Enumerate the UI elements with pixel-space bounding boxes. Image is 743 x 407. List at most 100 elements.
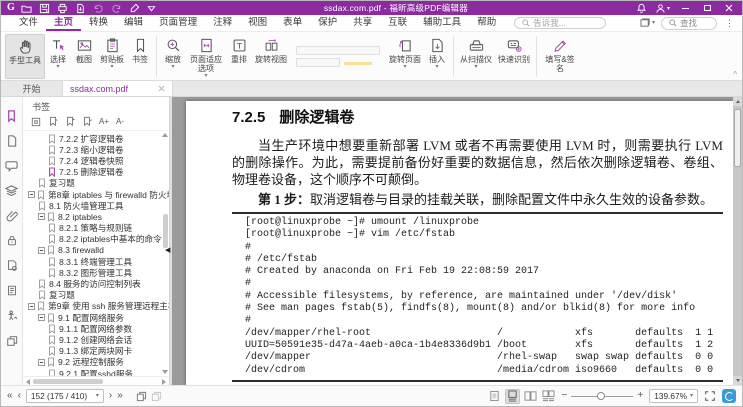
scrollbar-thumb[interactable] [734, 109, 741, 167]
collapse-node-icon[interactable] [28, 303, 35, 310]
menu-item[interactable]: 注释 [205, 15, 240, 31]
bookmark-item[interactable]: 第9章 使用 ssh 服务管理远程主机 [23, 301, 169, 312]
menu-item[interactable]: 视图 [240, 15, 275, 31]
bookmark-item[interactable]: 9.1.2 创建网络会话 [23, 334, 169, 345]
bookmarks-horizontal-scrollbar[interactable] [23, 376, 169, 385]
collapse-node-icon[interactable] [38, 247, 45, 254]
layers-panel-icon[interactable] [3, 178, 21, 203]
accessibility-panel-icon[interactable] [3, 303, 21, 328]
assistant-icon[interactable] [722, 389, 736, 403]
bookmark-item[interactable]: 7.2.2 扩容逻辑卷 [23, 133, 169, 144]
bookmark-item[interactable]: 8.1 防火墙管理工具 [23, 200, 169, 211]
menu-item[interactable]: 编辑 [116, 15, 151, 31]
page-thumbnails-icon[interactable] [3, 128, 21, 153]
print-icon[interactable] [57, 3, 68, 14]
zoom-out-button[interactable]: − [562, 391, 568, 401]
scroll-down-icon[interactable] [162, 370, 168, 374]
hand-tool-button[interactable]: 手型工具 [5, 34, 45, 79]
collapse-panel-icon[interactable]: ◀ [165, 247, 170, 254]
next-view-icon[interactable] [151, 391, 162, 402]
rotate-pages-button[interactable]: 旋转页面 ▾ [386, 34, 424, 79]
previous-page-button[interactable]: ‹ [18, 391, 21, 401]
bookmark-item[interactable]: 8.3.1 终端管理工具 [23, 256, 169, 267]
menu-item[interactable]: 文件 [11, 15, 46, 31]
fill-sign-button[interactable]: 填写&签名 [540, 34, 580, 79]
export-icon[interactable] [75, 3, 86, 14]
collapse-ribbon-icon[interactable]: ^ [733, 71, 737, 79]
bookmark-item[interactable]: 第8章 iptables 与 firewalld 防火墙 [23, 189, 169, 200]
notification-bell-icon[interactable] [636, 3, 647, 14]
security-panel-icon[interactable] [3, 228, 21, 253]
last-page-button[interactable]: » [117, 391, 123, 401]
scrollbar-thumb[interactable] [163, 214, 168, 248]
facing-continuous-layout-icon[interactable] [541, 389, 556, 404]
single-page-layout-icon[interactable] [487, 389, 502, 404]
bookmark-item[interactable]: 复习题 [23, 178, 169, 189]
attachments-panel-icon[interactable] [3, 203, 21, 228]
insert-pages-button[interactable]: 插入 ▾ [424, 34, 450, 79]
from-scanner-button[interactable]: 从扫描仪 ▾ [457, 34, 495, 79]
snapshot-button[interactable]: 截图 [71, 34, 97, 79]
quick-recognize-button[interactable]: 快速识别 [495, 34, 533, 79]
next-page-button[interactable]: › [109, 391, 112, 401]
page-number-input[interactable]: 152 (175 / 410) ▾ [26, 389, 104, 403]
page-fit-options-button[interactable]: 页面适应选项 ▾ [186, 34, 226, 79]
bookmark-item[interactable]: 9.1.3 绑定两块网卡 [23, 346, 169, 357]
first-page-button[interactable]: « [7, 391, 13, 401]
bookmark-item[interactable]: 9.1.1 配置网络参数 [23, 323, 169, 334]
menu-item[interactable]: 转换 [81, 15, 116, 31]
highlight-pen-icon[interactable] [129, 3, 140, 14]
menu-item[interactable]: 表单 [275, 15, 310, 31]
account-icon[interactable]: ▾ [655, 3, 670, 14]
bookmark-item[interactable]: 8.3.2 图形管理工具 [23, 267, 169, 278]
zoom-slider[interactable]: − + [562, 391, 644, 401]
zoom-slider-knob[interactable] [597, 392, 605, 400]
rotate-view-button[interactable]: 旋转视图 [252, 34, 290, 79]
open-file-icon[interactable] [21, 3, 32, 14]
scroll-left-icon[interactable] [26, 379, 30, 385]
bookmarks-panel-icon[interactable] [3, 103, 21, 128]
snapshot-dropdown-icon[interactable]: ▾ [640, 18, 655, 28]
bookmark-item[interactable]: 8.2.1 策略与规则链 [23, 223, 169, 234]
collapse-node-icon[interactable] [38, 213, 45, 220]
close-button[interactable] [722, 1, 736, 15]
add-bookmark-icon[interactable] [48, 116, 58, 127]
destinations-panel-icon[interactable] [3, 278, 21, 303]
move-bookmark-icon[interactable] [65, 116, 75, 127]
tab-start[interactable]: 开始 [1, 81, 63, 96]
bookmark-item[interactable]: 7.2.4 逻辑卷快照 [23, 155, 169, 166]
zoom-level-input[interactable]: 139.67% ▾ [649, 389, 698, 403]
menu-item[interactable]: 辅助工具 [415, 15, 469, 31]
bookmark-item[interactable]: 9.2.1 配置sshd服务 [23, 368, 169, 376]
scroll-down-button[interactable] [733, 376, 742, 385]
zoom-in-button[interactable]: + [637, 391, 643, 401]
signatures-panel-icon[interactable] [3, 253, 21, 278]
bookmark-item[interactable]: 7.2.3 缩小逻辑卷 [23, 144, 169, 155]
more-options-icon[interactable]: ⋮ [723, 18, 736, 29]
menu-item[interactable]: 主页 [46, 15, 81, 31]
previous-view-icon[interactable] [136, 391, 147, 402]
customize-toolbar-icon[interactable] [147, 4, 156, 13]
scrollbar-thumb[interactable] [33, 379, 103, 384]
clipboard-button[interactable]: 剪贴板 ▾ [97, 34, 127, 79]
collapse-node-icon[interactable] [28, 191, 35, 198]
bookmark-item[interactable]: 7.2.5 删除逻辑卷 [23, 167, 169, 178]
menu-item[interactable]: 帮助 [469, 15, 504, 31]
collapse-node-icon[interactable] [38, 359, 45, 366]
undo-icon[interactable] [93, 3, 104, 14]
increase-text-size-icon[interactable]: A+ [99, 117, 109, 126]
comments-panel-icon[interactable] [3, 153, 21, 178]
zoom-slider-track[interactable] [571, 396, 633, 397]
zoom-button[interactable]: 缩放 ▾ [160, 34, 186, 79]
bookmark-item[interactable]: 复习题 [23, 290, 169, 301]
bookmark-item[interactable]: 8.2 iptables [23, 211, 169, 222]
bookmark-item[interactable]: 8.3 firewalld [23, 245, 169, 256]
document-vertical-scrollbar[interactable] [733, 97, 742, 385]
scroll-up-icon[interactable] [162, 133, 168, 137]
bookmark-item[interactable]: 9.1 配置网络服务 [23, 312, 169, 323]
save-icon[interactable] [39, 3, 50, 14]
menu-item[interactable]: 保护 [310, 15, 345, 31]
tab-document[interactable]: ssdax.com.pdf [63, 81, 173, 96]
articles-panel-icon[interactable] [3, 328, 21, 353]
fullscreen-icon[interactable] [704, 390, 716, 402]
